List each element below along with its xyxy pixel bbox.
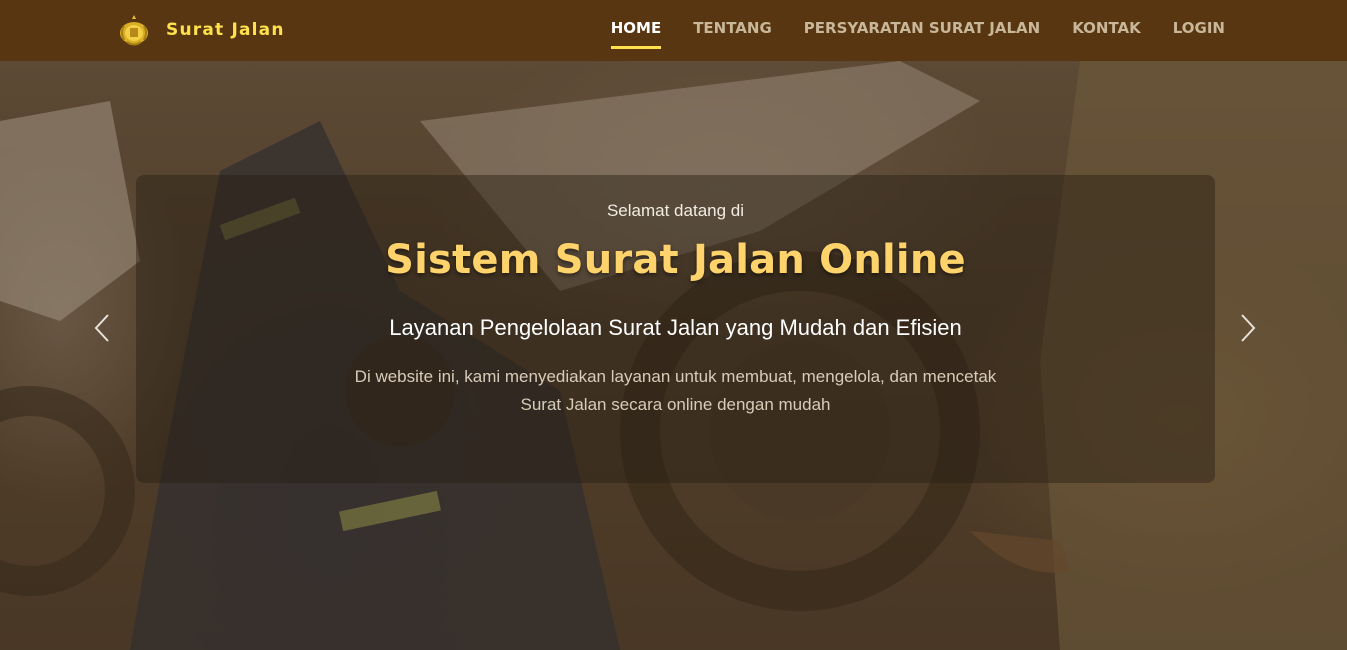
main-nav: HOME TENTANG PERSYARATAN SURAT JALAN KON… — [595, 0, 1241, 61]
brand-link[interactable]: Surat Jalan — [116, 12, 285, 48]
brand-name: Surat Jalan — [166, 20, 285, 40]
nav-item-persyaratan[interactable]: PERSYARATAN SURAT JALAN — [788, 0, 1056, 61]
hero-description: Di website ini, kami menyediakan layanan… — [354, 367, 997, 414]
hero-title: Sistem Surat Jalan Online — [385, 237, 966, 283]
chevron-right-icon[interactable] — [1236, 311, 1260, 345]
nav-item-kontak[interactable]: KONTAK — [1056, 0, 1157, 61]
welcome-text: Selamat datang di — [606, 201, 745, 220]
nav-item-tentang[interactable]: TENTANG — [677, 0, 788, 61]
navbar: Surat Jalan HOME TENTANG PERSYARATAN SUR… — [0, 0, 1347, 61]
police-emblem-icon — [120, 15, 148, 46]
carousel-caption: Selamat datang di Sistem Surat Jalan Onl… — [136, 175, 1215, 483]
hero-subtitle: Layanan Pengelolaan Surat Jalan yang Mud… — [389, 315, 962, 340]
nav-item-home[interactable]: HOME — [595, 0, 677, 61]
nav-item-login[interactable]: LOGIN — [1157, 0, 1241, 61]
chevron-left-icon[interactable] — [90, 311, 114, 345]
hero-carousel: Selamat datang di Sistem Surat Jalan Onl… — [0, 61, 1347, 650]
